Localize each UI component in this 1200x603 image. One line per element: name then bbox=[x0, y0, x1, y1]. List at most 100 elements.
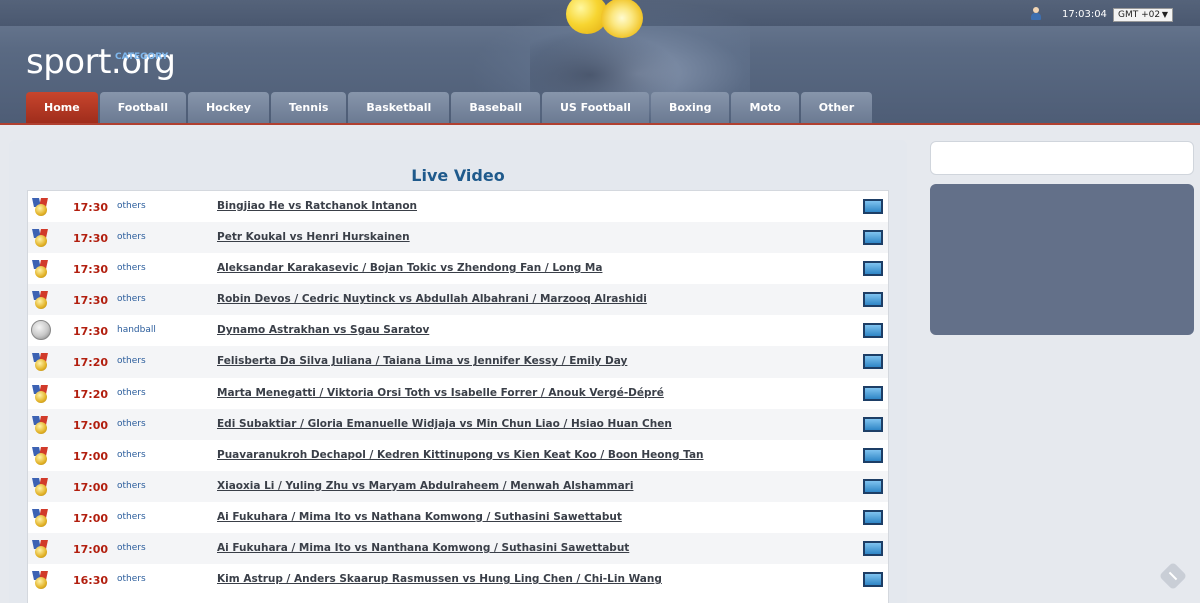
medal-icon bbox=[31, 198, 51, 216]
site-logo[interactable]: sport CATEGORY .org bbox=[26, 42, 176, 82]
tv-icon[interactable] bbox=[863, 230, 883, 246]
match-link[interactable]: Dynamo Astrakhan vs Sgau Saratov bbox=[217, 324, 429, 336]
live-video-list: 17:30 others Bingjiao He vs Ratchanok Inta… bbox=[27, 190, 889, 603]
nav-tab-hockey[interactable]: Hockey bbox=[187, 92, 269, 123]
table-row: 17:20 others Marta Menegatti / Viktoria Or… bbox=[28, 378, 888, 409]
match-time: 17:00 bbox=[73, 511, 109, 525]
medal-icon bbox=[31, 446, 51, 465]
match-category[interactable]: others bbox=[117, 419, 146, 429]
tv-icon[interactable] bbox=[863, 354, 883, 370]
timezone-select[interactable]: GMT +02 ▼ bbox=[1113, 8, 1173, 22]
match-link[interactable]: Aleksandar Karakasevic / Bojan Tokic vs … bbox=[217, 262, 602, 274]
table-row: 17:00 others Ai Fukuhara / Mima Ito vs Nat… bbox=[28, 502, 888, 533]
match-time: 17:00 bbox=[73, 449, 109, 463]
match-time: 17:30 bbox=[73, 325, 109, 339]
medal-icon bbox=[31, 229, 51, 248]
nav-tab-moto[interactable]: Moto bbox=[731, 92, 799, 123]
match-category[interactable]: handball bbox=[117, 325, 156, 335]
match-link[interactable]: Ai Fukuhara / Mima Ito vs Nathana Komwon… bbox=[217, 511, 622, 523]
chevron-down-icon: ▼ bbox=[1161, 10, 1168, 19]
match-time: 17:20 bbox=[73, 387, 109, 401]
table-row: 17:00 others Xiaoxia Li / Yuling Zhu vs Ma… bbox=[28, 470, 888, 502]
table-row: 17:30 others Petr Koukal vs Henri Hurskain… bbox=[28, 222, 888, 254]
match-time: 17:00 bbox=[73, 418, 109, 432]
page-title: Live Video bbox=[411, 166, 505, 185]
match-time: 17:00 bbox=[73, 543, 109, 557]
tv-icon[interactable] bbox=[863, 509, 883, 525]
match-category[interactable]: others bbox=[117, 294, 146, 304]
match-link[interactable]: Bingjiao He vs Ratchanok Intanon bbox=[217, 200, 417, 212]
match-time: 17:30 bbox=[73, 232, 109, 246]
medal-icon bbox=[31, 571, 51, 590]
table-row: 17:00 others Puavaranukroh Dechapol / Kedr… bbox=[28, 440, 888, 471]
medal-icon bbox=[31, 508, 51, 527]
nav-tab-home[interactable]: Home bbox=[26, 92, 98, 123]
medal-icon bbox=[31, 291, 51, 310]
match-category[interactable]: others bbox=[117, 574, 146, 584]
match-time: 17:30 bbox=[73, 294, 109, 308]
clock: 17:03:04 bbox=[1062, 9, 1107, 20]
match-category[interactable]: others bbox=[117, 263, 146, 273]
nav-tab-baseball[interactable]: Baseball bbox=[451, 92, 540, 123]
tv-icon[interactable] bbox=[863, 541, 883, 557]
match-link[interactable]: Marta Menegatti / Viktoria Orsi Toth vs … bbox=[217, 387, 664, 399]
main-nav: Home Football Hockey Tennis Basketball Baseba… bbox=[26, 92, 873, 123]
match-link[interactable]: Puavaranukroh Dechapol / Kedren Kittinup… bbox=[217, 449, 704, 461]
medal-icon bbox=[31, 415, 51, 434]
logo-prefix: sport bbox=[26, 42, 111, 82]
table-row: 17:30 handball Dynamo Astrakhan vs Sgau Sa… bbox=[28, 315, 888, 346]
medal-icon bbox=[31, 540, 51, 559]
medal-icon bbox=[31, 353, 51, 372]
match-category[interactable]: others bbox=[117, 388, 146, 398]
table-row: 17:30 others Bingjiao He vs Ratchanok Inta… bbox=[28, 191, 888, 222]
nav-tab-basketball[interactable]: Basketball bbox=[348, 92, 450, 123]
match-time: 17:00 bbox=[73, 480, 109, 494]
match-link[interactable]: Ai Fukuhara / Mima Ito vs Nanthana Komwo… bbox=[217, 542, 629, 554]
medal-icon bbox=[31, 477, 51, 496]
match-category[interactable]: others bbox=[117, 201, 146, 211]
nav-tab-boxing[interactable]: Boxing bbox=[650, 92, 730, 123]
corner-logo-icon bbox=[1158, 561, 1188, 591]
match-category[interactable]: others bbox=[117, 450, 146, 460]
tv-icon[interactable] bbox=[863, 447, 883, 463]
match-link[interactable]: Edi Subaktiar / Gloria Emanuelle Widjaja… bbox=[217, 418, 672, 430]
tv-icon[interactable] bbox=[863, 385, 883, 401]
match-link[interactable]: Xiaoxia Li / Yuling Zhu vs Maryam Abdulr… bbox=[217, 480, 633, 492]
nav-tab-us-football[interactable]: US Football bbox=[541, 92, 649, 123]
sidebar-search-box[interactable] bbox=[930, 141, 1194, 175]
medal-icon bbox=[31, 384, 51, 403]
table-row: 17:00 others Ai Fukuhara / Mima Ito vs Nan… bbox=[28, 533, 888, 565]
tv-icon[interactable] bbox=[863, 323, 883, 339]
match-category[interactable]: others bbox=[117, 512, 146, 522]
match-time: 17:20 bbox=[73, 356, 109, 370]
match-link[interactable]: Robin Devos / Cedric Nuytinck vs Abdulla… bbox=[217, 293, 647, 305]
match-category[interactable]: others bbox=[117, 356, 146, 366]
tv-icon[interactable] bbox=[863, 416, 883, 432]
tv-icon[interactable] bbox=[863, 572, 883, 588]
match-time: 17:30 bbox=[73, 201, 109, 214]
user-icon[interactable] bbox=[1030, 7, 1042, 21]
nav-tab-tennis[interactable]: Tennis bbox=[270, 92, 347, 123]
timezone-value: GMT +02 bbox=[1118, 10, 1161, 20]
match-time: 17:30 bbox=[73, 263, 109, 277]
table-row: 17:30 others Aleksandar Karakasevic / Boja… bbox=[28, 253, 888, 284]
tv-icon[interactable] bbox=[863, 199, 883, 214]
sidebar-panel bbox=[930, 184, 1194, 335]
match-category[interactable]: others bbox=[117, 481, 146, 491]
table-row: 17:30 others Robin Devos / Cedric Nuytinck… bbox=[28, 284, 888, 316]
nav-tab-football[interactable]: Football bbox=[99, 92, 186, 123]
match-category[interactable]: others bbox=[117, 543, 146, 553]
tv-icon[interactable] bbox=[863, 261, 883, 277]
match-category[interactable]: others bbox=[117, 232, 146, 242]
match-link[interactable]: Kim Astrup / Anders Skaarup Rasmussen vs… bbox=[217, 573, 662, 585]
tv-icon[interactable] bbox=[863, 478, 883, 494]
live-video-panel: Live Video 17:30 others Bingjiao He vs Rat… bbox=[9, 140, 907, 603]
match-link[interactable]: Petr Koukal vs Henri Hurskainen bbox=[217, 231, 410, 243]
handball-icon bbox=[31, 320, 51, 341]
tv-icon[interactable] bbox=[863, 292, 883, 308]
nav-tab-other[interactable]: Other bbox=[800, 92, 873, 123]
match-link[interactable]: Felisberta Da Silva Juliana / Taiana Lim… bbox=[217, 355, 627, 367]
table-row: 17:00 others Edi Subaktiar / Gloria Emanue… bbox=[28, 408, 888, 440]
site-header: sport CATEGORY .org 17:03:04 GMT +02 ▼ Hom… bbox=[0, 0, 1200, 125]
table-row: 16:30 others Kim Astrup / Anders Skaarup R… bbox=[28, 564, 888, 595]
